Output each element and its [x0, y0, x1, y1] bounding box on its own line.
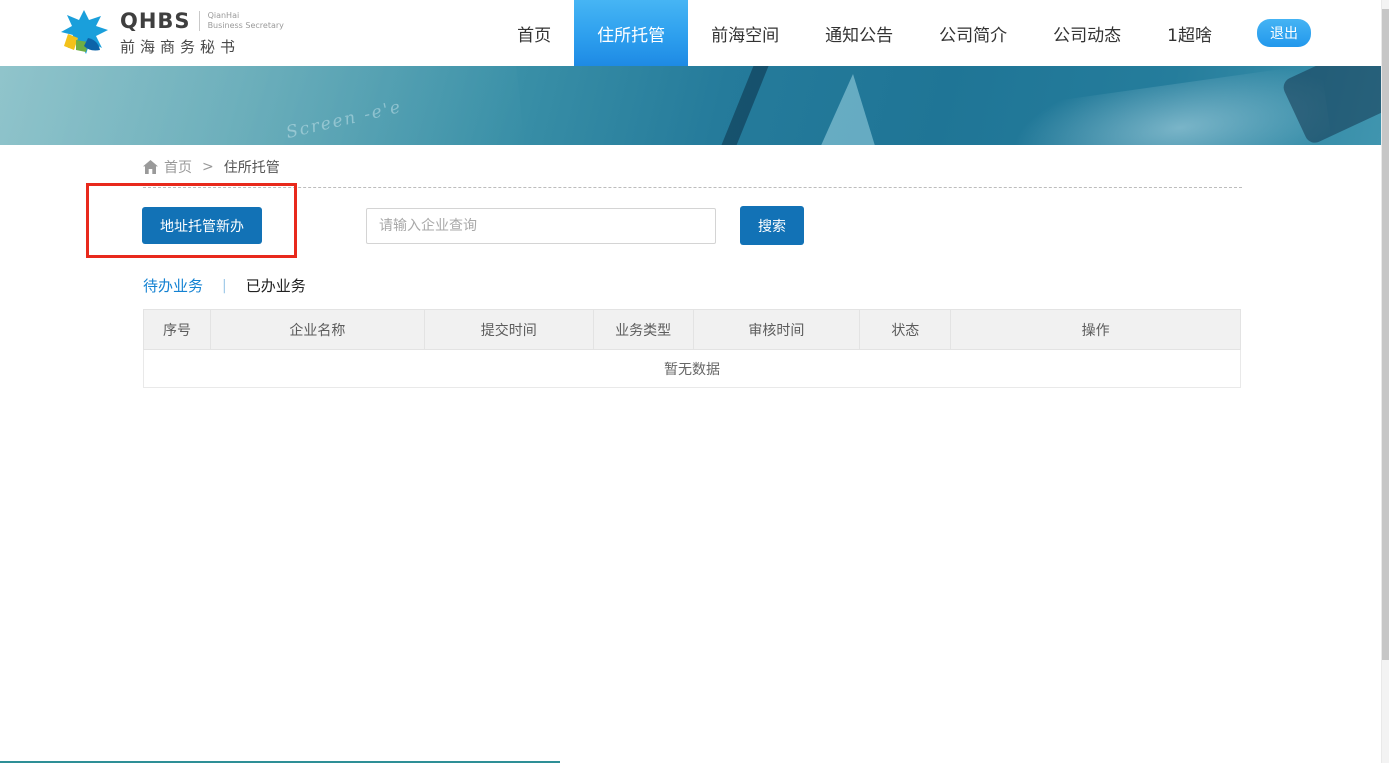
home-icon — [143, 160, 158, 174]
brand-abbr: QHBS — [120, 9, 191, 33]
col-header-review-time: 审核时间 — [693, 310, 860, 350]
brand-name-cn: 前海商务秘书 — [120, 36, 284, 57]
brand-tagline: QianHai Business Secretary — [199, 11, 284, 31]
banner-triangle-shape — [815, 74, 879, 145]
logo-text: QHBS QianHai Business Secretary 前海商务秘书 — [120, 9, 284, 57]
nav-item-company-profile[interactable]: 公司简介 — [916, 0, 1030, 66]
empty-state-text: 暂无数据 — [144, 350, 1241, 388]
nav-item-home[interactable]: 首页 — [494, 0, 574, 66]
logout-button[interactable]: 退出 — [1257, 19, 1311, 47]
dashed-divider — [143, 187, 1242, 188]
tab-separator: | — [222, 278, 227, 294]
nav-item-username[interactable]: 1超啥 — [1144, 0, 1235, 66]
business-table: 序号 企业名称 提交时间 业务类型 审核时间 状态 操作 暂无数据 — [143, 309, 1241, 388]
logo-splash-icon — [58, 8, 110, 58]
col-header-status: 状态 — [860, 310, 951, 350]
col-header-submit-time: 提交时间 — [424, 310, 593, 350]
tab-completed-business[interactable]: 已办业务 — [246, 275, 306, 296]
banner-light-band — [0, 66, 527, 145]
col-header-business-type: 业务类型 — [593, 310, 693, 350]
breadcrumb-home-link[interactable]: 首页 — [164, 157, 192, 177]
nav-item-residence-trusteeship[interactable]: 住所托管 — [574, 0, 688, 66]
enterprise-search-input[interactable] — [366, 208, 716, 244]
col-header-actions: 操作 — [951, 310, 1241, 350]
brand-logo[interactable]: QHBS QianHai Business Secretary 前海商务秘书 — [58, 8, 284, 58]
col-header-enterprise-name: 企业名称 — [210, 310, 424, 350]
main-nav: 首页 住所托管 前海空间 通知公告 公司简介 公司动态 1超啥 退出 — [494, 0, 1311, 66]
table-empty-row: 暂无数据 — [144, 350, 1241, 388]
header: QHBS QianHai Business Secretary 前海商务秘书 首… — [0, 0, 1381, 66]
table-header-row: 序号 企业名称 提交时间 业务类型 审核时间 状态 操作 — [144, 310, 1241, 350]
breadcrumb: 首页 > 住所托管 — [143, 157, 280, 177]
col-header-index: 序号 — [144, 310, 211, 350]
nav-item-company-news[interactable]: 公司动态 — [1030, 0, 1144, 66]
banner-tablet-edge — [711, 66, 773, 145]
breadcrumb-separator: > — [202, 159, 214, 175]
nav-item-notices[interactable]: 通知公告 — [802, 0, 916, 66]
search-button[interactable]: 搜索 — [740, 206, 804, 245]
tab-pending-business[interactable]: 待办业务 — [143, 275, 203, 296]
scrollbar-track[interactable] — [1381, 0, 1389, 763]
banner-hand-highlight — [994, 66, 1336, 145]
new-address-trusteeship-button[interactable]: 地址托管新办 — [142, 207, 262, 244]
breadcrumb-current-page: 住所托管 — [224, 157, 280, 177]
scrollbar-thumb[interactable] — [1382, 9, 1389, 660]
business-tabs: 待办业务 | 已办业务 — [143, 275, 306, 296]
hero-banner: Screen -e'e — [0, 66, 1381, 145]
nav-item-qianhai-space[interactable]: 前海空间 — [688, 0, 802, 66]
